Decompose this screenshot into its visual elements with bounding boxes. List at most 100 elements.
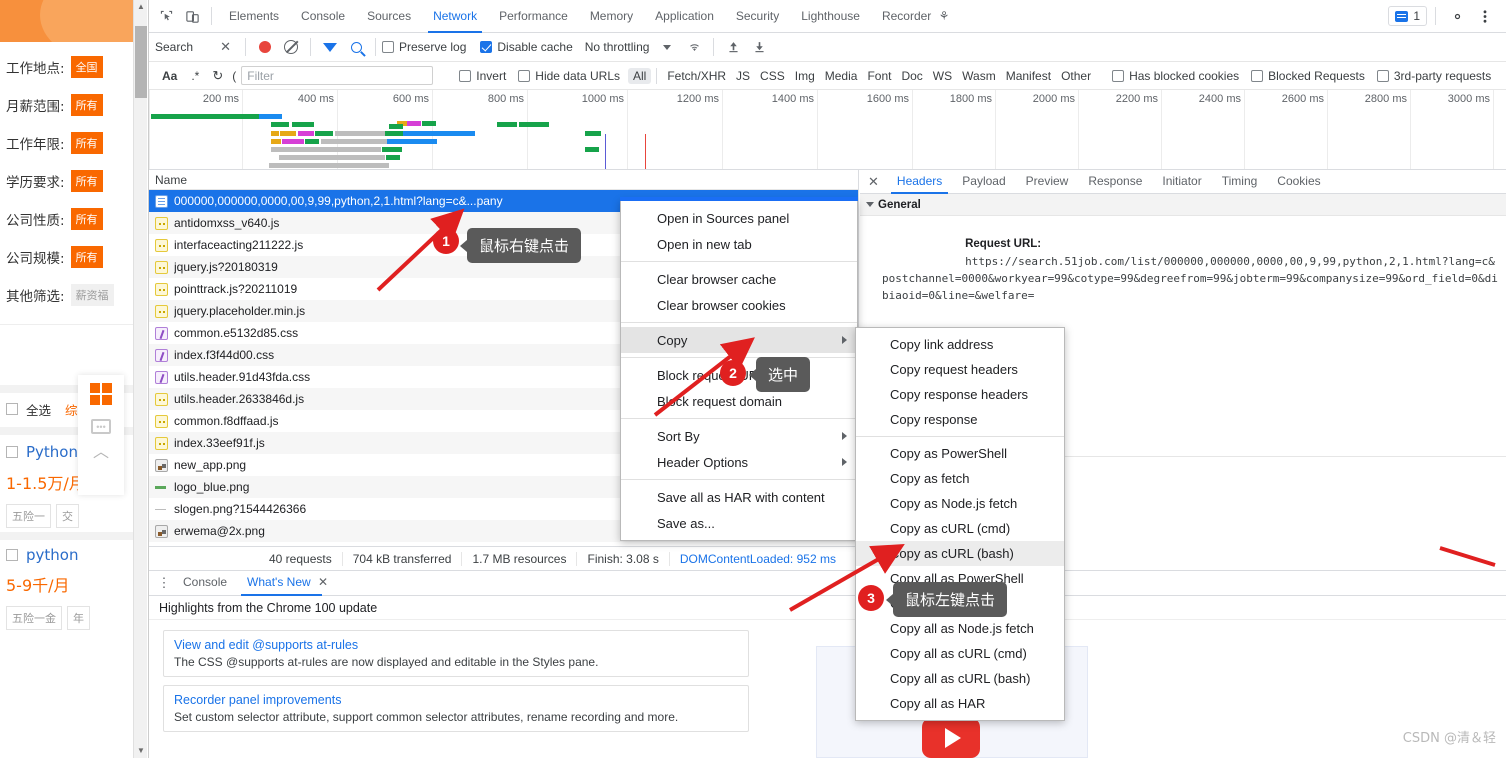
submenu-item-copy-all-as-curl-cmd[interactable]: Copy all as cURL (cmd) (856, 641, 1064, 666)
filter-value-tag[interactable]: 所有 (70, 132, 103, 154)
type-filter-js[interactable]: JS (731, 68, 755, 84)
network-overview-timeline[interactable]: 200 ms 400 ms 600 ms 800 ms 1000 ms 1200… (149, 90, 1506, 170)
filter-value-tag[interactable]: 所有 (70, 208, 103, 230)
filter-row[interactable]: 其他筛选: 薪资福 (6, 276, 140, 314)
tab-application[interactable]: Application (644, 0, 725, 33)
tab-network[interactable]: Network (422, 0, 488, 33)
scroll-up-icon[interactable]: ▲ (134, 0, 148, 14)
message-count-badge[interactable]: 1 (1388, 6, 1427, 26)
third-party-requests-option[interactable]: 3rd-party requests (1376, 69, 1491, 83)
menu-item-clear-browser-cookies[interactable]: Clear browser cookies (621, 292, 857, 318)
chat-icon[interactable]: ••• (91, 419, 111, 434)
clear-button[interactable] (278, 34, 304, 60)
general-section-header[interactable]: General (860, 194, 1506, 216)
throttling-select[interactable]: No throttling (585, 40, 672, 54)
tab-performance[interactable]: Performance (488, 0, 579, 33)
more-options-kebab-icon[interactable] (1472, 3, 1498, 29)
disable-cache-option[interactable]: Disable cache (480, 40, 573, 54)
type-filter-manifest[interactable]: Manifest (1001, 68, 1056, 84)
play-button-icon[interactable] (922, 718, 980, 758)
tab-initiator[interactable]: Initiator (1152, 170, 1211, 194)
menu-item-open-in-sources-panel[interactable]: Open in Sources panel (621, 205, 857, 231)
tab-headers[interactable]: Headers (887, 170, 952, 194)
filter-value-tag[interactable]: 全国 (70, 56, 103, 78)
import-har-button[interactable] (720, 34, 746, 60)
tab-payload[interactable]: Payload (952, 170, 1015, 194)
back-to-top-icon[interactable]: ︿ (93, 445, 109, 461)
menu-item-copy[interactable]: Copy (621, 327, 857, 353)
submenu-item-copy-as-curl-bash[interactable]: Copy as cURL (bash) (856, 541, 1064, 566)
requests-table-header[interactable]: Name (149, 170, 858, 190)
type-filter-css[interactable]: CSS (755, 68, 790, 84)
scrollbar-thumb[interactable] (135, 26, 147, 98)
job-card[interactable]: python 5-9千/月 五险一金 年 (0, 540, 140, 634)
job-title[interactable]: python (26, 546, 78, 564)
type-filter-other[interactable]: Other (1056, 68, 1096, 84)
blocked-requests-checkbox[interactable] (1251, 69, 1264, 82)
preserve-log-option[interactable]: Preserve log (382, 40, 466, 54)
hide-data-urls-checkbox[interactable] (518, 69, 531, 82)
export-har-button[interactable] (746, 34, 772, 60)
menu-item-header-options[interactable]: Header Options (621, 449, 857, 475)
whats-new-card[interactable]: Recorder panel improvements Set custom s… (163, 685, 749, 732)
menu-item-save-all-as-har-with-content[interactable]: Save all as HAR with content (621, 484, 857, 510)
submenu-item-copy-request-headers[interactable]: Copy request headers (856, 357, 1064, 382)
menu-item-open-in-new-tab[interactable]: Open in new tab (621, 231, 857, 257)
record-button[interactable] (252, 34, 278, 60)
submenu-item-copy-as-nodejs-fetch[interactable]: Copy as Node.js fetch (856, 491, 1064, 516)
type-filter-media[interactable]: Media (820, 68, 863, 84)
submenu-item-copy-all-as-curl-bash[interactable]: Copy all as cURL (bash) (856, 666, 1064, 691)
tab-security[interactable]: Security (725, 0, 790, 33)
inspect-element-icon[interactable] (153, 3, 179, 29)
card-title[interactable]: View and edit @supports at-rules (174, 638, 738, 652)
job-checkbox[interactable] (6, 445, 18, 458)
tab-console-drawer[interactable]: Console (173, 571, 237, 596)
tab-sources[interactable]: Sources (356, 0, 422, 33)
close-icon[interactable]: ✕ (318, 575, 328, 589)
submenu-item-copy-as-powershell[interactable]: Copy as PowerShell (856, 441, 1064, 466)
more-tools-kebab-icon[interactable]: ⋮ (155, 576, 173, 589)
whats-new-card[interactable]: View and edit @supports at-rules The CSS… (163, 630, 749, 677)
filter-value-tag[interactable]: 所有 (70, 246, 103, 268)
scroll-down-icon[interactable]: ▼ (134, 744, 148, 758)
blocked-requests-option[interactable]: Blocked Requests (1251, 69, 1365, 83)
filter-row[interactable]: 公司规模: 所有 (6, 238, 140, 276)
menu-item-sort-by[interactable]: Sort By (621, 423, 857, 449)
type-filter-all[interactable]: All (628, 67, 652, 84)
type-filter-img[interactable]: Img (790, 68, 820, 84)
submenu-item-copy-as-fetch[interactable]: Copy as fetch (856, 466, 1064, 491)
disable-cache-checkbox[interactable] (480, 41, 493, 53)
type-filter-wasm[interactable]: Wasm (957, 68, 1001, 84)
search-sidebar-tab[interactable]: Search ✕ (155, 39, 239, 55)
filter-row[interactable]: 学历要求: 所有 (6, 162, 140, 200)
type-filter-ws[interactable]: WS (928, 68, 957, 84)
filter-value-tag[interactable]: 薪资福 (70, 284, 114, 306)
invert-checkbox[interactable] (459, 69, 472, 82)
match-case-button[interactable]: Aa (155, 69, 184, 83)
filter-input[interactable] (241, 66, 434, 85)
submenu-item-copy-all-as-har[interactable]: Copy all as HAR (856, 691, 1064, 716)
tab-preview[interactable]: Preview (1016, 170, 1079, 194)
close-icon[interactable]: ✕ (866, 174, 887, 190)
tab-console[interactable]: Console (290, 0, 356, 33)
regex-button[interactable]: .* (184, 69, 206, 83)
filter-row[interactable]: 月薪范围: 所有 (6, 86, 140, 124)
close-icon[interactable]: ✕ (220, 39, 231, 55)
refresh-icon[interactable]: ↻ (206, 68, 229, 84)
has-blocked-cookies-checkbox[interactable] (1112, 69, 1125, 82)
filter-toggle-button[interactable] (317, 34, 343, 60)
submenu-item-copy-link-address[interactable]: Copy link address (856, 332, 1064, 357)
filter-row[interactable]: 工作地点: 全国 (6, 48, 140, 86)
submenu-item-copy-response[interactable]: Copy response (856, 407, 1064, 432)
hide-data-urls-option[interactable]: Hide data URLs (518, 69, 620, 83)
page-scrollbar[interactable]: ▲ ▼ (133, 0, 147, 758)
submenu-item-copy-all-as-nodejs-fetch[interactable]: Copy all as Node.js fetch (856, 616, 1064, 641)
tab-timing[interactable]: Timing (1212, 170, 1268, 194)
type-filter-doc[interactable]: Doc (896, 68, 927, 84)
submenu-item-copy-as-curl-cmd[interactable]: Copy as cURL (cmd) (856, 516, 1064, 541)
has-blocked-cookies-option[interactable]: Has blocked cookies (1112, 69, 1239, 83)
tab-cookies[interactable]: Cookies (1267, 170, 1330, 194)
filter-row[interactable]: 公司性质: 所有 (6, 200, 140, 238)
preserve-log-checkbox[interactable] (382, 41, 394, 53)
menu-item-save-as[interactable]: Save as... (621, 510, 857, 536)
